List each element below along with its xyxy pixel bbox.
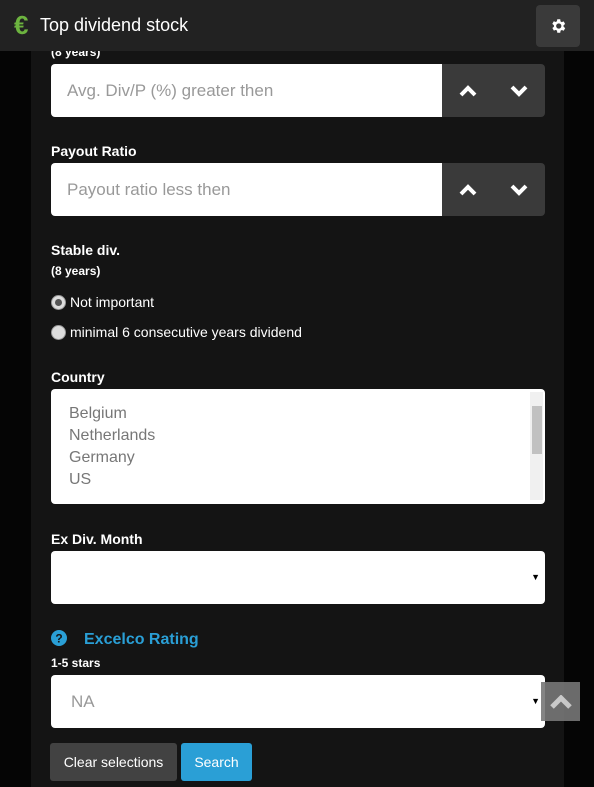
radio-unchecked[interactable] (51, 324, 66, 340)
radio-label: Not important (70, 294, 155, 310)
payout-input[interactable]: Payout ratio less then (51, 163, 442, 216)
country-option[interactable]: Belgium (69, 403, 527, 425)
caret-down-icon: ▼ (531, 696, 540, 706)
payout-label: Payout Ratio (51, 143, 137, 159)
radio-label: minimal 6 consecutive years dividend (70, 324, 302, 340)
exdiv-select[interactable]: ▼ (51, 551, 545, 604)
help-icon[interactable]: ? (51, 630, 67, 646)
country-listbox[interactable]: Belgium Netherlands Germany US (51, 389, 545, 504)
chevron-down-icon[interactable] (510, 184, 528, 196)
country-option[interactable]: Netherlands (69, 425, 527, 447)
scrollbar-thumb[interactable] (532, 406, 542, 454)
country-option[interactable]: US (69, 469, 527, 491)
country-option[interactable]: Germany (69, 447, 527, 469)
rating-select[interactable]: NA ▼ (51, 675, 545, 728)
euro-logo-icon: € (14, 10, 29, 40)
scroll-to-top-button[interactable] (541, 682, 580, 721)
radio-min-6-years[interactable]: minimal 6 consecutive years dividend (51, 324, 302, 340)
app-title[interactable]: Top dividend stock (40, 14, 188, 36)
stable-sublabel: (8 years) (51, 264, 101, 278)
radio-not-important[interactable]: Not important (51, 294, 154, 310)
svg-text:?: ? (55, 632, 62, 646)
stable-label: Stable div. (51, 242, 120, 258)
payout-input-group: Payout ratio less then (51, 163, 545, 216)
clear-selections-button[interactable]: Clear selections (50, 743, 177, 781)
chevron-up-icon (549, 694, 572, 709)
rating-label[interactable]: Excelco Rating (84, 631, 199, 649)
caret-down-icon: ▼ (531, 572, 540, 582)
chevron-down-icon[interactable] (510, 85, 528, 97)
scrollbar[interactable] (530, 392, 543, 500)
gear-icon (552, 19, 566, 33)
chevron-up-icon[interactable] (459, 84, 477, 97)
rating-value: NA (71, 691, 95, 711)
country-label: Country (51, 369, 105, 385)
top-bar: € Top dividend stock (0, 0, 594, 51)
avg-div-input-group: Avg. Div/P (%) greater then (51, 64, 545, 117)
rating-sublabel: 1-5 stars (51, 656, 101, 670)
chevron-up-icon[interactable] (459, 183, 477, 196)
search-button[interactable]: Search (181, 743, 252, 781)
radio-checked[interactable] (51, 294, 66, 310)
exdiv-label: Ex Div. Month (51, 531, 143, 547)
settings-button[interactable] (536, 5, 580, 47)
avg-div-input[interactable]: Avg. Div/P (%) greater then (51, 64, 442, 117)
